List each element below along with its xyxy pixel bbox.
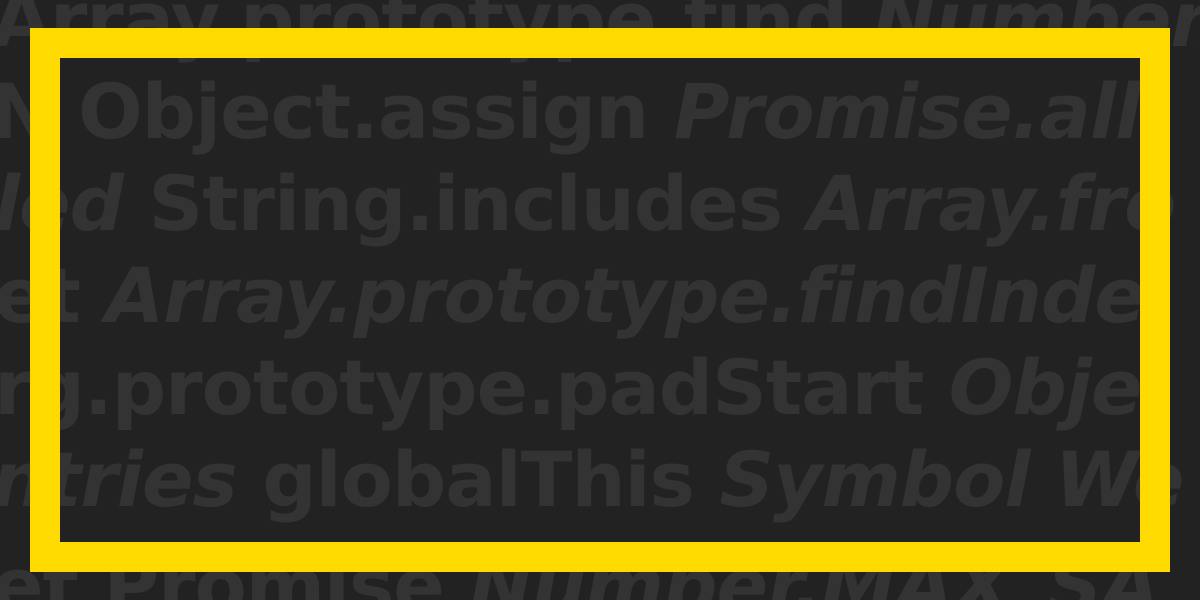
yellow-frame <box>30 28 1170 572</box>
